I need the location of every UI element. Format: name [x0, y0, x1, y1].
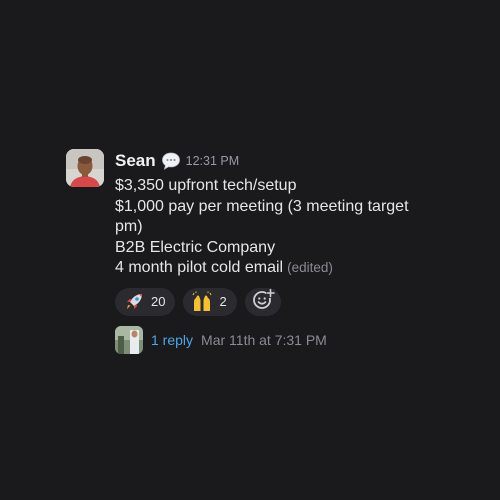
message-line: $1,000 pay per meeting (3 meeting target — [115, 197, 409, 215]
message-line: B2B Electric Company — [115, 238, 276, 256]
message-content: Sean 12:31 PM $3,350 upfront tech/setup … — [115, 149, 485, 317]
message-header: Sean 12:31 PM — [115, 149, 485, 173]
reaction-count: 20 — [151, 294, 166, 310]
reply-avatar — [115, 326, 143, 354]
speech-bubble-icon — [161, 151, 181, 171]
message-body: $3,350 upfront tech/setup $1,000 pay per… — [115, 176, 485, 279]
message-line: pm) — [115, 218, 143, 236]
reactions-bar: 20 2 — [115, 287, 485, 317]
message-line: $3,350 upfront tech/setup — [115, 177, 297, 194]
last-reply-time: Mar 11th at 7:31 PM — [201, 332, 327, 348]
reaction-count: 2 — [219, 294, 227, 310]
reaction-rocket[interactable]: 20 — [115, 287, 176, 316]
message-line-last: 4 month pilot cold email (edited) — [115, 258, 485, 279]
avatar[interactable] — [66, 149, 104, 187]
reply-count-link[interactable]: 1 reply — [151, 332, 193, 348]
timestamp[interactable]: 12:31 PM — [186, 154, 240, 168]
add-reaction-button[interactable] — [244, 287, 281, 316]
thread-summary[interactable]: 1 reply Mar 11th at 7:31 PM — [115, 326, 327, 354]
message-line: 4 month pilot cold email — [115, 259, 284, 277]
add-emoji-icon — [251, 287, 275, 316]
edited-label: (edited) — [287, 260, 333, 276]
raised-hands-icon — [191, 291, 213, 313]
rocket-icon — [123, 291, 145, 313]
reaction-raised-hands[interactable]: 2 — [183, 287, 237, 316]
username[interactable]: Sean — [115, 151, 156, 171]
